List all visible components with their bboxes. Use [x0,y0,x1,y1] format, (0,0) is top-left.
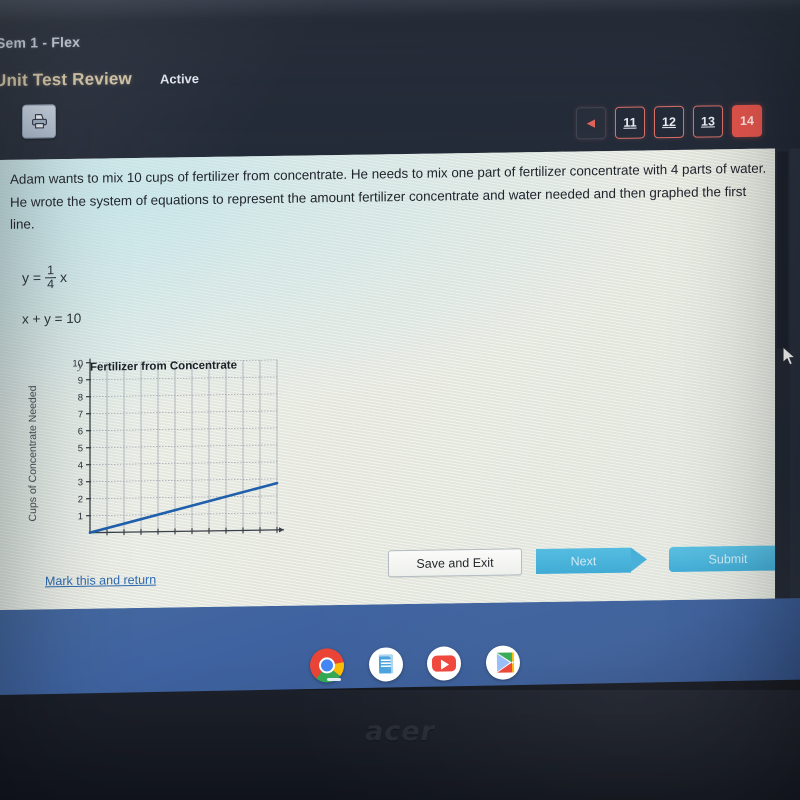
svg-text:6: 6 [78,426,83,437]
page-button-13[interactable]: 13 [693,105,723,138]
fraction-denominator: 4 [45,276,57,292]
form-actions: Save and Exit Next Submit [388,544,787,578]
line-graph: 1 2 3 4 5 6 7 8 9 10 Fertilizer from Concentrate … [22,348,284,562]
mouse-cursor [782,346,796,366]
equation-two: x + y = 10 [22,310,82,327]
svg-text:5: 5 [78,443,83,454]
chrome-active-indicator [327,678,341,681]
equation-one-lhs: y = [22,269,42,286]
fraction-one-quarter: 1 4 [45,263,57,292]
page-title: Unit Test Review [0,69,132,91]
next-button[interactable]: Next [536,547,631,575]
fraction-numerator: 1 [47,263,55,278]
chromeos-shelf[interactable] [309,641,521,686]
header-glow [0,0,800,22]
question-text: Adam wants to mix 10 cups of fertilizer … [10,160,767,232]
page-button-11[interactable]: 11 [615,106,645,139]
svg-text:1: 1 [78,511,83,522]
chart-y-axis-letter: y [77,360,83,372]
question-content-sheet: Adam wants to mix 10 cups of fertilizer … [0,148,787,610]
prev-page-button[interactable]: ◀ [576,107,606,140]
status-badge: Active [160,71,200,87]
print-button[interactable] [22,104,56,139]
google-play-icon[interactable] [485,645,521,680]
google-docs-icon[interactable] [368,647,403,682]
svg-text:7: 7 [78,409,83,420]
laptop-screen-photo: acer Sem 1 - Flex Unit Test Review Activ… [0,0,800,800]
acer-brand-logo: acer [365,716,435,747]
chart-y-tick-labels: 12345678910 [72,358,83,522]
svg-text:3: 3 [78,477,83,488]
chart-series-line [88,481,279,534]
youtube-icon[interactable] [427,646,462,681]
svg-text:9: 9 [78,375,83,386]
chart-title: Fertilizer from Concentrate [90,359,237,373]
caret-left-icon: ◀ [587,117,595,129]
svg-text:2: 2 [78,494,83,505]
scrollbar-thumb[interactable] [777,151,788,349]
app-window: Sem 1 - Flex Unit Test Review Active ◀ 1… [0,0,800,610]
equation-one-variable: x [60,269,68,286]
submit-button[interactable]: Submit [669,545,787,573]
chart-y-axis-label: Cups of Concentrate Needed [27,385,39,521]
save-and-exit-button[interactable]: Save and Exit [388,548,522,578]
printer-icon [31,114,47,129]
svg-text:4: 4 [78,460,83,471]
mark-this-and-return-link[interactable]: Mark this and return [45,573,156,589]
page-button-12[interactable]: 12 [654,105,684,139]
breadcrumb[interactable]: Sem 1 - Flex [0,34,80,51]
svg-text:8: 8 [78,392,83,403]
pagination[interactable]: ◀ 11 12 13 14 [576,104,762,140]
page-button-14-active[interactable]: 14 [732,104,762,138]
equation-one: y = 1 4 x [22,263,68,292]
